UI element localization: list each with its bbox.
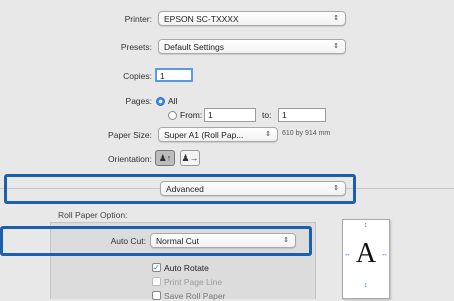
pages-from-field[interactable]: 1 bbox=[204, 108, 256, 122]
roll-paper-option-label: Roll Paper Option: bbox=[58, 210, 128, 220]
landscape-person-icon: ♟→ bbox=[181, 152, 199, 163]
pages-to-field[interactable]: 1 bbox=[278, 108, 326, 122]
pages-to-label: to: bbox=[262, 110, 272, 120]
paper-size-label: Paper Size: bbox=[108, 130, 152, 140]
auto-cut-highlight-frame bbox=[0, 226, 312, 256]
presets-label: Presets: bbox=[120, 42, 152, 52]
copies-label: Copies: bbox=[123, 71, 152, 81]
orientation-label: Orientation: bbox=[108, 154, 152, 164]
presets-value: Default Settings bbox=[164, 42, 225, 52]
advanced-highlight-frame bbox=[4, 174, 356, 204]
popup-arrows-icon: ⇕ bbox=[333, 43, 339, 50]
landscape-orientation-button[interactable]: ♟→ bbox=[180, 150, 200, 166]
portrait-orientation-button[interactable]: ♟↑ bbox=[155, 150, 175, 166]
pages-label: Pages: bbox=[125, 96, 152, 106]
presets-popup[interactable]: Default Settings ⇕ bbox=[158, 39, 346, 54]
right-margin-arrow-icon: ↔ bbox=[381, 251, 388, 258]
printer-label: Printer: bbox=[124, 14, 152, 24]
third-option-label: Save Roll Paper bbox=[164, 291, 226, 301]
auto-rotate-label: Auto Rotate bbox=[164, 263, 209, 273]
auto-rotate-checkbox[interactable]: ✓ bbox=[152, 263, 161, 272]
pages-from-label: From: bbox=[180, 110, 203, 120]
popup-arrows-icon: ⇕ bbox=[333, 15, 339, 22]
paper-dimensions: 610 by 914 mm bbox=[282, 130, 331, 137]
paper-size-value: Super A1 (Roll Pap... bbox=[164, 130, 244, 140]
printer-value: EPSON SC-TXXXX bbox=[164, 14, 239, 24]
popup-arrows-icon: ⇕ bbox=[265, 131, 271, 138]
print-page-line-checkbox[interactable] bbox=[152, 277, 161, 286]
top-margin-arrow-icon: ↕ bbox=[364, 222, 368, 229]
print-page-line-label: Print Page Line bbox=[164, 277, 223, 287]
bottom-margin-arrow-icon: ↕ bbox=[364, 282, 368, 289]
pages-all-label: All bbox=[168, 96, 178, 106]
page-preview: ↕ ↔ A ↔ ↕ bbox=[342, 219, 390, 299]
copies-field[interactable]: 1 bbox=[155, 68, 193, 82]
paper-size-popup[interactable]: Super A1 (Roll Pap... ⇕ bbox=[158, 127, 278, 142]
portrait-person-icon: ♟↑ bbox=[158, 152, 172, 163]
pages-from-radio[interactable] bbox=[168, 111, 177, 120]
pages-all-radio[interactable] bbox=[156, 97, 165, 106]
printer-popup[interactable]: EPSON SC-TXXXX ⇕ bbox=[158, 11, 346, 26]
